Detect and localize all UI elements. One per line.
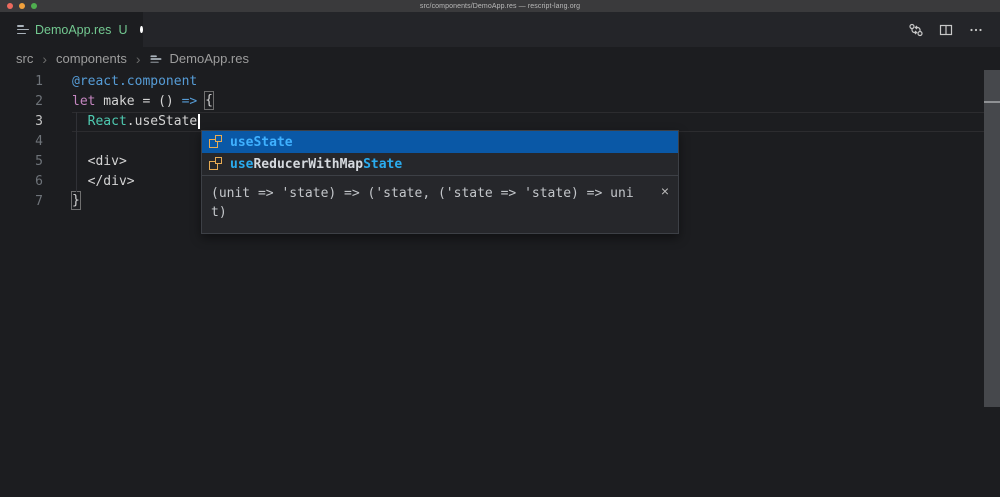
git-status-badge: U (118, 23, 127, 37)
autocomplete-popup: useState useReducerWithMapState (unit => … (201, 130, 679, 234)
struct-icon (208, 135, 223, 149)
breadcrumb: src › components › DemoApp.res (0, 47, 1000, 70)
close-window-button[interactable] (7, 3, 13, 9)
code-token: make = () (95, 94, 181, 109)
breadcrumb-file[interactable]: DemoApp.res (170, 51, 249, 66)
split-editor-button[interactable] (938, 22, 954, 38)
chevron-right-icon: › (42, 52, 47, 66)
split-editor-icon (938, 22, 954, 38)
gutter: 1234567 (0, 72, 44, 212)
line-number: 1 (0, 72, 44, 92)
minimize-window-button[interactable] (19, 3, 25, 9)
breadcrumb-src[interactable]: src (16, 51, 33, 66)
text-cursor (198, 114, 200, 129)
code-token: @react.component (72, 74, 197, 89)
ellipsis-icon (968, 22, 984, 38)
code-line[interactable]: @react.component (72, 72, 1000, 92)
open-changes-button[interactable] (908, 22, 924, 38)
code-token (197, 94, 205, 109)
line-number: 7 (0, 192, 44, 212)
res-file-icon (150, 55, 160, 62)
code-line[interactable]: let make = () => { (72, 92, 1000, 112)
unsaved-changes-dot-icon[interactable] (140, 26, 143, 33)
code-token: </div> (72, 174, 135, 189)
line-number: 4 (0, 132, 44, 152)
chevron-right-icon: › (136, 52, 141, 66)
editor-actions (908, 12, 1000, 47)
zoom-window-button[interactable] (31, 3, 37, 9)
doc-line: (unit => 'state) => ('state, ('state => … (211, 184, 648, 203)
window-title: src/components/DemoApp.res — rescript-la… (420, 3, 580, 10)
code-token (72, 114, 88, 129)
traffic-lights (7, 3, 37, 9)
indent-guide (76, 112, 77, 192)
vscode-window: src/components/DemoApp.res — rescript-la… (0, 0, 1000, 497)
close-doc-button[interactable]: × (661, 182, 669, 201)
window-titlebar: src/components/DemoApp.res — rescript-la… (0, 0, 1000, 12)
editor-scrollbar[interactable] (984, 70, 1000, 407)
code-line[interactable]: React.useState (72, 112, 1000, 132)
code-token: { (205, 92, 213, 109)
more-actions-button[interactable] (968, 22, 984, 38)
suggestion-item[interactable]: useState (202, 131, 678, 153)
code-token: .useState (127, 114, 197, 129)
line-number: 2 (0, 92, 44, 112)
suggestion-label: useState (230, 135, 293, 150)
compare-changes-icon (908, 22, 924, 38)
code-token: } (72, 192, 80, 209)
tab-bar: DemoApp.res U (0, 12, 1000, 47)
code-token: let (72, 94, 95, 109)
suggestion-label: useReducerWithMapState (230, 157, 402, 172)
doc-line: t) (211, 203, 648, 222)
suggestion-doc-panel: (unit => 'state) => ('state, ('state => … (202, 175, 678, 233)
res-file-icon (17, 25, 29, 34)
line-number: 6 (0, 172, 44, 192)
cursor-position-marker (984, 101, 1000, 103)
tab-demoapp[interactable]: DemoApp.res U (0, 12, 143, 47)
breadcrumb-components[interactable]: components (56, 51, 127, 66)
suggestion-list[interactable]: useState useReducerWithMapState (202, 131, 678, 175)
code-token: React (88, 114, 127, 129)
line-number: 5 (0, 152, 44, 172)
code-token: => (182, 94, 198, 109)
suggestion-item[interactable]: useReducerWithMapState (202, 153, 678, 175)
struct-icon (208, 157, 223, 171)
line-number: 3 (0, 112, 44, 132)
tab-label: DemoApp.res (35, 23, 111, 37)
code-token: <div> (72, 154, 127, 169)
